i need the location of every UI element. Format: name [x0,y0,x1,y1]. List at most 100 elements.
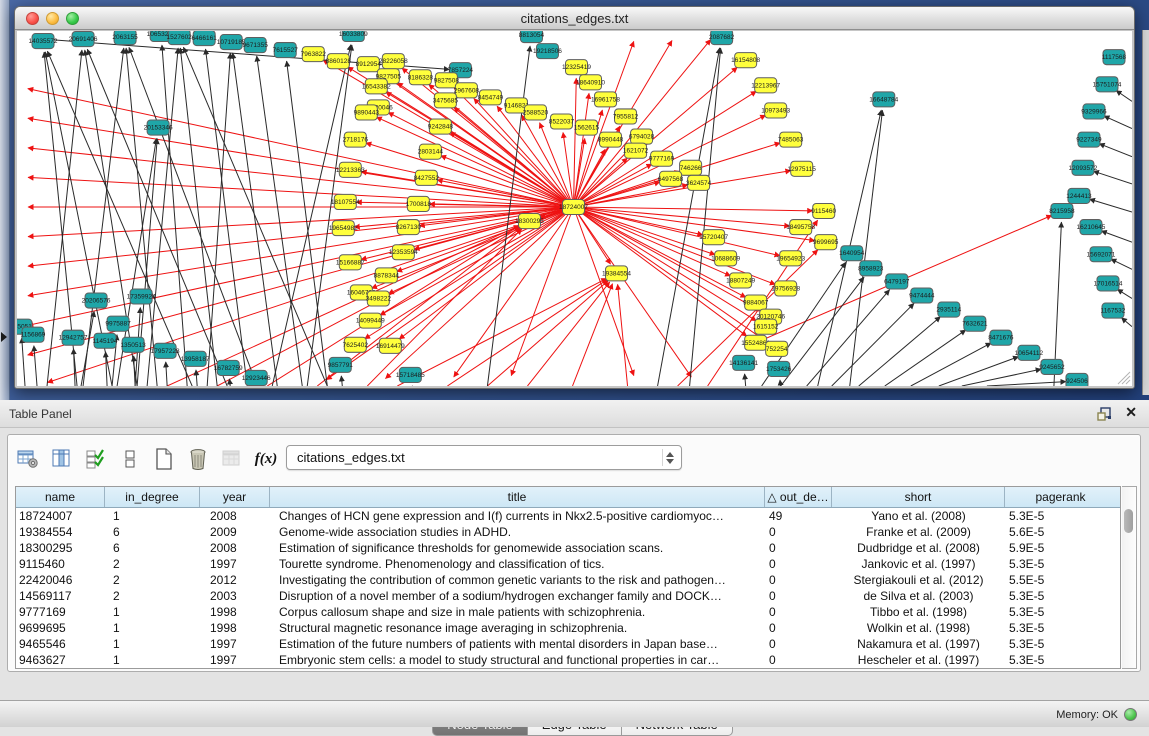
graph-node[interactable]: 8471676 [988,330,1014,345]
memory-status[interactable]: Memory: OK [1056,701,1137,728]
graph-node[interactable]: 9242848 [428,119,454,134]
graph-node[interactable]: 16782759 [214,360,243,375]
graph-node[interactable]: 1244413 [1066,188,1092,203]
table-row[interactable]: 1872400712008Changes of HCN gene express… [16,508,1120,524]
graph-node[interactable]: 19218506 [533,44,562,59]
graph-node[interactable]: 15718485 [396,367,425,382]
graph-node[interactable]: 10654112 [1015,345,1044,360]
graph-node[interactable]: 8860128 [326,54,352,69]
network-canvas[interactable]: 1403557220691406206315510653287152760264… [17,31,1132,386]
graph-node[interactable]: 1117568 [1102,50,1127,65]
graph-node[interactable]: 9857791 [328,357,354,372]
close-panel-icon[interactable]: ✕ [1125,404,1137,421]
graph-node[interactable]: 3624574 [686,175,712,190]
graph-node[interactable]: 1700818 [406,196,432,211]
graph-node[interactable]: 12942757 [59,330,88,345]
graph-node[interactable]: 8427552 [414,170,440,185]
table-row[interactable]: 946362711997Embryonic stem cells: a mode… [16,652,1120,668]
graph-node[interactable]: 9699695 [813,235,839,250]
graph-node[interactable]: 9227349 [1076,132,1102,147]
graph-node[interactable]: 924506 [1066,373,1088,386]
graph-node[interactable]: 9975887 [105,316,131,331]
graph-node[interactable]: 18807249 [726,273,755,288]
column-header-name[interactable]: name [16,487,105,507]
graph-node[interactable]: 7955812 [613,109,639,124]
scrollbar-thumb[interactable] [1124,509,1133,533]
graph-node[interactable]: 17359924 [127,289,156,304]
table-row[interactable]: 946554611997Estimation of the future num… [16,636,1120,652]
graph-node[interactable]: 8878344 [374,268,400,283]
graph-node[interactable]: 20153346 [144,120,173,135]
graph-node[interactable]: 17957223 [151,343,180,358]
float-panel-icon[interactable] [1097,406,1113,422]
graph-node[interactable]: 1167532 [1101,303,1126,318]
graph-node[interactable]: 19756928 [771,281,800,296]
graph-node[interactable]: 7625402 [343,337,369,352]
close-window-icon[interactable] [26,12,39,25]
delete-table-icon[interactable] [184,445,212,473]
graph-node[interactable]: 1621072 [623,143,649,158]
table-row[interactable]: 977716911998Corpus callosum shape and si… [16,604,1120,620]
graph-node[interactable]: 1350513 [120,337,146,352]
column-header-out_de[interactable]: △ out_de… [765,487,832,507]
graph-node[interactable]: 28226058 [379,54,408,69]
graph-node[interactable]: 2967608 [454,83,480,98]
graph-node[interactable]: 16210645 [1076,220,1105,235]
graph-node[interactable]: 20206576 [82,293,111,308]
graph-node[interactable]: 19654982 [329,221,358,236]
graph-node[interactable]: 9329966 [1081,104,1107,119]
graph-node[interactable]: 16648784 [869,92,898,107]
graph-node[interactable]: 1562615 [574,120,600,135]
table-row[interactable]: 1456911722003Disruption of a novel membe… [16,588,1120,604]
graph-node[interactable]: 12923446 [242,370,271,385]
graph-node[interactable]: 16543382 [362,79,391,94]
table-row[interactable]: 1830029562008Estimation of significance … [16,540,1120,556]
graph-node[interactable]: 1640954 [839,246,865,261]
column-header-pagerank[interactable]: pagerank [1005,487,1116,507]
graph-node[interactable]: 7632621 [962,316,988,331]
graph-node[interactable]: 15692071 [1087,247,1116,262]
graph-node[interactable]: 8267130 [396,220,422,235]
graph-node[interactable]: 12975115 [787,161,816,176]
graph-node[interactable]: 1753426 [766,361,792,376]
show-columns-icon[interactable] [48,445,76,473]
graph-node[interactable]: 1156869 [21,327,46,342]
graph-node[interactable]: 12353594 [389,245,418,260]
select-rows-icon[interactable] [116,445,144,473]
graph-node[interactable]: 15720407 [699,230,728,245]
zoom-window-icon[interactable] [66,12,79,25]
graph-node[interactable]: 8813054 [519,31,545,43]
graph-node[interactable]: 16154808 [731,53,760,68]
graph-node[interactable]: 14035572 [29,34,58,49]
graph-node[interactable]: 8522037 [549,114,575,129]
graph-node[interactable]: 2087682 [709,31,735,45]
graph-node[interactable]: 18724007 [559,199,588,214]
table-row[interactable]: 2242004622012Investigating the contribut… [16,572,1120,588]
table-selector-dropdown[interactable]: citations_edges.txt [286,445,682,470]
graph-node[interactable]: 10688609 [711,251,740,266]
graph-node[interactable]: 18107554 [331,194,360,209]
graph-node[interactable]: 7615527 [273,43,299,58]
graph-node[interactable]: 2588520 [523,105,549,120]
graph-node[interactable]: 2935114 [936,302,961,317]
graph-node[interactable]: 8454749 [478,90,504,105]
graph-node[interactable]: 12325419 [562,60,591,75]
graph-node[interactable]: 752254 [766,341,788,356]
create-table-icon[interactable] [150,445,178,473]
graph-node[interactable]: 8912954 [356,57,382,72]
graph-node[interactable]: 18495758 [786,220,815,235]
graph-node[interactable]: 8990448 [598,132,624,147]
graph-node[interactable]: 15751074 [1093,77,1122,92]
graph-node[interactable]: 3498222 [366,291,392,306]
graph-node[interactable]: 17016514 [1094,276,1123,291]
graph-node[interactable]: 14136141 [729,355,758,370]
column-header-in_degree[interactable]: in_degree [105,487,200,507]
graph-node[interactable]: 16033809 [339,31,368,42]
graph-node[interactable]: 6479197 [884,274,910,289]
graph-node[interactable]: 8958923 [858,261,884,276]
graph-node[interactable]: 12213363 [336,162,365,177]
graph-node[interactable]: 6466161 [192,31,218,46]
graph-node[interactable]: 15166887 [336,255,365,270]
graph-node[interactable]: 7485063 [778,132,804,147]
graph-node[interactable]: 19654923 [776,251,805,266]
